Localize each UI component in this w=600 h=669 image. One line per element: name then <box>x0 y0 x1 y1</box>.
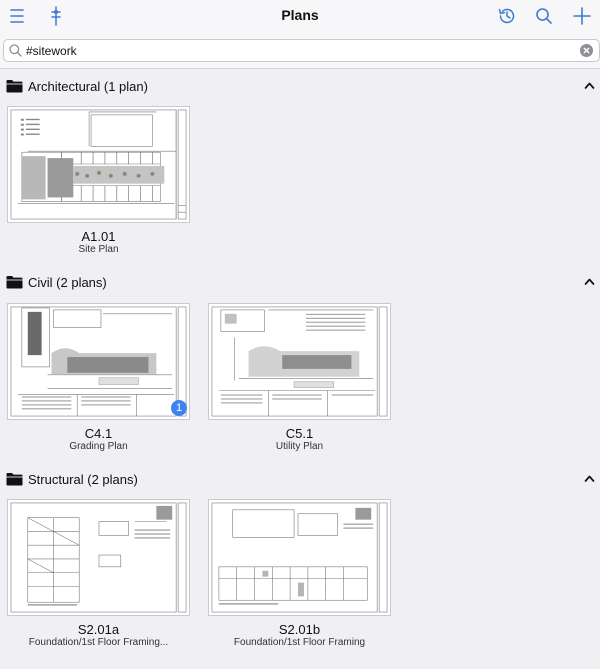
section-title: Civil (2 plans) <box>28 275 107 290</box>
section-header-architectural[interactable]: Architectural (1 plan) <box>0 76 600 98</box>
section-header-civil[interactable]: Civil (2 plans) <box>0 272 600 294</box>
folder-icon <box>6 276 23 289</box>
plan-tile-a1-01[interactable]: A1.01 Site Plan <box>7 106 190 256</box>
plan-thumbnail[interactable] <box>208 499 391 616</box>
plan-tile-s2-01a[interactable]: S2.01a Foundation/1st Floor Framing... <box>7 499 190 649</box>
search-bar <box>0 33 600 69</box>
clear-search-icon[interactable] <box>580 44 593 57</box>
plan-code: S2.01b <box>278 622 321 637</box>
plan-tile-c4-1[interactable]: 1 C4.1 Grading Plan <box>7 303 190 453</box>
chevron-up-icon[interactable] <box>584 81 595 90</box>
search-input[interactable] <box>26 42 566 59</box>
magnifier-icon <box>9 44 22 57</box>
plan-tile-s2-01b[interactable]: S2.01b Foundation/1st Floor Framing <box>208 499 391 649</box>
plan-thumbnail[interactable] <box>208 303 391 420</box>
search-icon[interactable] <box>531 4 557 28</box>
search-box[interactable] <box>3 39 600 62</box>
plan-name: Foundation/1st Floor Framing <box>233 637 366 648</box>
folder-icon <box>6 473 23 486</box>
plan-name: Utility Plan <box>275 441 324 452</box>
chevron-up-icon[interactable] <box>584 277 595 286</box>
plus-icon[interactable] <box>569 4 595 28</box>
chevron-up-icon[interactable] <box>584 474 595 483</box>
plan-thumbnail[interactable] <box>7 499 190 616</box>
history-icon[interactable] <box>494 4 520 28</box>
notification-badge: 1 <box>171 400 187 416</box>
plan-code: C5.1 <box>285 426 314 441</box>
plan-name: Foundation/1st Floor Framing... <box>28 637 169 648</box>
plan-tile-c5-1[interactable]: C5.1 Utility Plan <box>208 303 391 453</box>
section-title: Architectural (1 plan) <box>28 79 148 94</box>
plan-code: C4.1 <box>84 426 113 441</box>
top-bar: Plans <box>0 0 600 33</box>
plan-thumbnail[interactable] <box>7 106 190 223</box>
plan-thumbnail[interactable] <box>7 303 190 420</box>
plan-name: Site Plan <box>78 244 119 255</box>
plan-name: Grading Plan <box>69 441 128 452</box>
plan-code: S2.01a <box>77 622 120 637</box>
plan-code: A1.01 <box>81 229 116 244</box>
section-title: Structural (2 plans) <box>28 472 138 487</box>
folder-icon <box>6 80 23 93</box>
section-header-structural[interactable]: Structural (2 plans) <box>0 469 600 491</box>
